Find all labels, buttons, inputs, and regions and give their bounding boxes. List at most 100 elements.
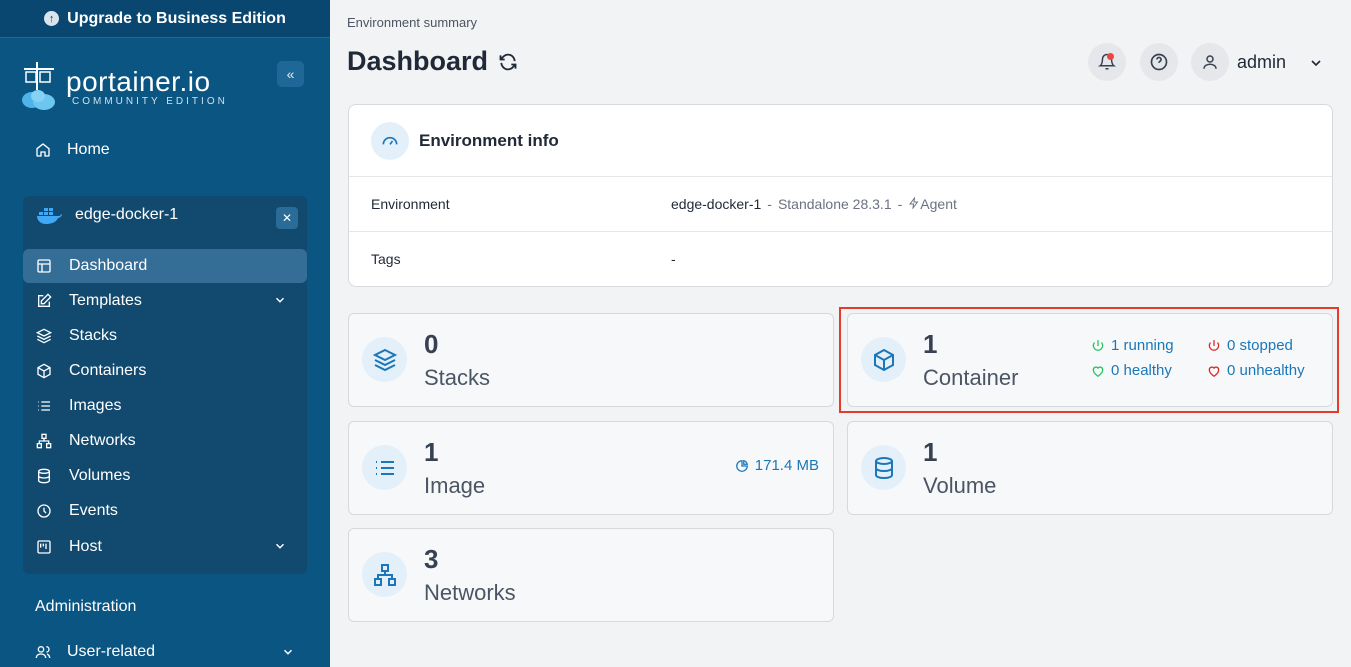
- chevron-down-icon: [275, 543, 285, 549]
- user-icon: [1203, 55, 1217, 69]
- breadcrumb: Environment summary: [347, 15, 478, 30]
- layout-icon: [37, 259, 51, 273]
- sidebar-item-events[interactable]: Events: [23, 494, 307, 528]
- administration-heading: Administration: [35, 598, 137, 615]
- sidebar-item-label: Containers: [69, 362, 147, 379]
- highlight-box: [839, 307, 1339, 413]
- sidebar-item-volumes[interactable]: Volumes: [23, 459, 307, 493]
- sidebar-item-label: Dashboard: [69, 257, 148, 274]
- close-environment-button[interactable]: ✕: [276, 207, 298, 229]
- edit-icon: [38, 293, 52, 307]
- upgrade-banner[interactable]: ↑ Upgrade to Business Edition: [0, 0, 330, 38]
- environment-panel: edge-docker-1 ✕ Dashboard Templates Stac…: [23, 196, 307, 574]
- sidebar-item-label: User-related: [67, 643, 156, 660]
- chevron-down-icon: [283, 649, 293, 655]
- host-icon: [37, 540, 51, 554]
- sidebar: ↑ Upgrade to Business Edition portainer.…: [0, 0, 330, 667]
- database-icon: [38, 468, 50, 484]
- sidebar-item-networks[interactable]: Networks: [23, 424, 307, 458]
- environment-info-card: Environment info Environment edge-docker…: [348, 104, 1333, 287]
- home-icon: [36, 143, 50, 157]
- tags-label: Tags: [371, 251, 401, 267]
- notification-dot: [1107, 53, 1114, 60]
- sidebar-item-templates[interactable]: Templates: [23, 284, 307, 318]
- clock-icon: [37, 504, 51, 518]
- sidebar-item-label: Images: [69, 397, 122, 414]
- page-title: Dashboard: [347, 46, 518, 77]
- list-icon: [362, 445, 407, 490]
- brand-name: portainer.io: [66, 65, 211, 97]
- sidebar-item-dashboard[interactable]: Dashboard: [23, 249, 307, 283]
- environment-header: edge-docker-1: [37, 206, 178, 224]
- stacks-count: 0: [424, 329, 439, 359]
- notifications-button[interactable]: [1088, 43, 1126, 81]
- portainer-logo-icon: [22, 62, 55, 110]
- separator: -: [897, 196, 903, 212]
- upgrade-label: Upgrade to Business Edition: [67, 9, 286, 27]
- volumes-count: 1: [923, 437, 938, 467]
- help-button[interactable]: [1140, 43, 1178, 81]
- images-size: 171.4 MB: [735, 457, 819, 474]
- environment-row: Environment edge-docker-1 - Standalone 2…: [349, 177, 1332, 232]
- separator: -: [767, 196, 772, 212]
- sidebar-item-images[interactable]: Images: [23, 389, 307, 423]
- sidebar-item-label: Templates: [69, 292, 142, 309]
- sidebar-item-containers[interactable]: Containers: [23, 354, 307, 388]
- agent-badge: Agent: [908, 196, 957, 212]
- tags-value: -: [671, 251, 676, 267]
- network-icon: [36, 433, 52, 449]
- layers-icon: [36, 328, 52, 344]
- sidebar-item-label: Events: [69, 502, 118, 519]
- layers-icon: [362, 337, 407, 382]
- environment-label: Environment: [371, 196, 450, 212]
- brand-logo[interactable]: portainer.io COMMUNITY EDITION: [20, 60, 228, 112]
- stacks-label: Stacks: [424, 365, 491, 390]
- chevrons-left-icon: «: [286, 66, 295, 82]
- collapse-sidebar-button[interactable]: «: [277, 61, 304, 87]
- networks-label: Networks: [424, 580, 516, 605]
- networks-count: 3: [424, 544, 439, 574]
- images-count: 1: [424, 437, 439, 467]
- database-icon: [861, 445, 906, 490]
- users-icon: [35, 646, 51, 659]
- pie-chart-icon: [735, 459, 748, 472]
- refresh-icon[interactable]: [498, 52, 518, 72]
- volumes-label: Volume: [923, 473, 997, 498]
- environment-info-header: Environment info: [349, 105, 1332, 177]
- tags-row: Tags -: [349, 232, 1332, 287]
- volumes-card[interactable]: 1 Volume: [847, 421, 1333, 515]
- docker-icon: [37, 208, 62, 224]
- gauge-icon: [371, 121, 409, 160]
- box-icon: [37, 363, 51, 379]
- list-icon: [38, 401, 50, 411]
- brand-edition: COMMUNITY EDITION: [72, 95, 228, 107]
- sidebar-item-label: Volumes: [69, 467, 131, 484]
- environment-value: edge-docker-1 - Standalone 28.3.1 - Agen…: [671, 196, 957, 212]
- sidebar-item-label: Stacks: [69, 327, 118, 344]
- network-icon: [362, 552, 407, 597]
- sidebar-item-user-related[interactable]: User-related: [35, 643, 295, 661]
- images-label: Image: [424, 473, 486, 498]
- close-icon: ✕: [281, 211, 293, 225]
- stacks-card[interactable]: 0 Stacks: [348, 313, 834, 407]
- environment-type: Standalone 28.3.1: [777, 196, 892, 212]
- agent-label: Agent: [920, 196, 957, 212]
- environment-info-title: Environment info: [419, 130, 559, 150]
- images-card[interactable]: 1 Image 171.4 MB: [348, 421, 834, 515]
- user-name[interactable]: admin: [1237, 52, 1286, 73]
- page-title-text: Dashboard: [347, 46, 489, 76]
- chevron-down-icon[interactable]: [1308, 55, 1324, 71]
- sidebar-item-host[interactable]: Host: [23, 530, 307, 564]
- help-circle-icon: [1150, 53, 1168, 71]
- arrow-up-icon: ↑: [44, 11, 60, 26]
- networks-card[interactable]: 3 Networks: [348, 528, 834, 622]
- environment-name: edge-docker-1: [75, 206, 179, 223]
- user-avatar[interactable]: [1191, 43, 1229, 81]
- sidebar-item-home[interactable]: Home: [35, 141, 110, 159]
- sidebar-item-label: Networks: [69, 432, 136, 449]
- sidebar-item-label: Home: [67, 141, 110, 158]
- sidebar-item-stacks[interactable]: Stacks: [23, 319, 307, 353]
- chevron-down-icon: [275, 297, 285, 303]
- environment-name: edge-docker-1: [671, 196, 762, 212]
- zap-icon: [909, 196, 919, 210]
